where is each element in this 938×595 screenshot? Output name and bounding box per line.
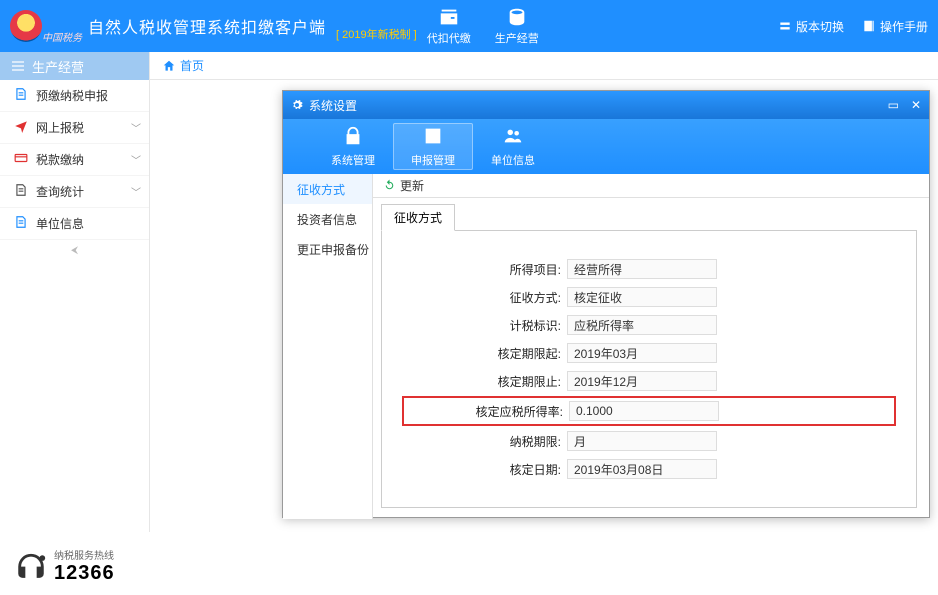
dialog-main: 更新 征收方式 所得项目:经营所得征收方式:核定征收计税标识:应税所得率核定期限… bbox=[373, 174, 929, 519]
plane-icon bbox=[14, 119, 36, 136]
sidebar-item-4[interactable]: 单位信息 bbox=[0, 208, 149, 240]
app-logo bbox=[10, 10, 42, 42]
dialog-titlebar[interactable]: 系统设置 ▭ ✕ bbox=[283, 91, 929, 119]
production-button[interactable]: 生产经营 bbox=[495, 6, 539, 46]
field-label: 征收方式: bbox=[402, 289, 567, 306]
sidebar-title: 生产经营 bbox=[0, 52, 149, 80]
edit-icon bbox=[422, 125, 444, 150]
field-label: 所得项目: bbox=[402, 261, 567, 278]
chevron-down-icon: ﹀ bbox=[131, 152, 141, 167]
field-value[interactable]: 经营所得 bbox=[567, 259, 717, 279]
gear-icon bbox=[291, 99, 303, 111]
field-label: 核定期限止: bbox=[402, 373, 567, 390]
gear-lines-icon bbox=[10, 58, 26, 74]
sidebar-item-3[interactable]: 查询统计﹀ bbox=[0, 176, 149, 208]
doc-icon bbox=[14, 215, 36, 232]
dialog-tab-2[interactable]: 单位信息 bbox=[473, 119, 553, 174]
field-value[interactable]: 2019年03月08日 bbox=[567, 459, 717, 479]
sidebar-item-2[interactable]: 税款缴纳﹀ bbox=[0, 144, 149, 176]
app-header: 中国税务 自然人税收管理系统扣缴客户端 [ 2019年新税制 ] 代扣代缴 生产… bbox=[0, 0, 938, 52]
form-row-5: 核定应税所得率:0.1000 bbox=[402, 396, 896, 426]
sidebar-item-1[interactable]: 网上报税﹀ bbox=[0, 112, 149, 144]
form-row-0: 所得项目:经营所得 bbox=[402, 255, 896, 283]
logo-script: 中国税务 bbox=[42, 29, 82, 44]
users-icon bbox=[502, 125, 524, 150]
dialog-side-nav: 征收方式投资者信息更正申报备份 bbox=[283, 174, 373, 519]
field-label: 核定应税所得率: bbox=[404, 403, 569, 420]
field-value[interactable]: 2019年12月 bbox=[567, 371, 717, 391]
sidebar: 生产经营 预缴纳税申报网上报税﹀税款缴纳﹀查询统计﹀单位信息 ⮜ bbox=[0, 52, 150, 532]
version-switch-link[interactable]: 版本切换 bbox=[778, 18, 844, 35]
field-value[interactable]: 核定征收 bbox=[567, 287, 717, 307]
chevron-down-icon: ﹀ bbox=[131, 184, 141, 199]
doc-icon bbox=[14, 183, 36, 200]
hotline-number: 12366 bbox=[54, 562, 115, 585]
manual-link[interactable]: 操作手册 bbox=[862, 18, 928, 35]
switch-icon bbox=[778, 19, 792, 33]
settings-dialog: 系统设置 ▭ ✕ 系统管理申报管理单位信息 征收方式投资者信息更正申报备份 更新… bbox=[282, 90, 930, 518]
field-value[interactable]: 2019年03月 bbox=[567, 343, 717, 363]
dialog-close[interactable]: ✕ bbox=[911, 98, 921, 112]
home-icon bbox=[162, 59, 176, 73]
dialog-side-item-2[interactable]: 更正申报备份 bbox=[283, 234, 372, 264]
new-tax-badge: [ 2019年新税制 ] bbox=[336, 26, 417, 42]
hotline: 纳税服务热线 12366 bbox=[14, 547, 115, 585]
form-row-3: 核定期限起:2019年03月 bbox=[402, 339, 896, 367]
hotline-label: 纳税服务热线 bbox=[54, 547, 115, 562]
form-row-7: 核定日期:2019年03月08日 bbox=[402, 455, 896, 483]
book-icon bbox=[862, 19, 876, 33]
app-title: 自然人税收管理系统扣缴客户端 bbox=[88, 14, 326, 38]
dialog-tabs: 系统管理申报管理单位信息 bbox=[283, 119, 929, 174]
refresh-icon bbox=[383, 179, 396, 192]
form-box: 所得项目:经营所得征收方式:核定征收计税标识:应税所得率核定期限起:2019年0… bbox=[381, 230, 917, 508]
form-row-2: 计税标识:应税所得率 bbox=[402, 311, 896, 339]
form-row-1: 征收方式:核定征收 bbox=[402, 283, 896, 311]
field-value[interactable]: 月 bbox=[567, 431, 717, 451]
headset-icon bbox=[14, 551, 48, 585]
lock-icon bbox=[342, 125, 364, 150]
wallet-icon bbox=[438, 6, 460, 28]
dialog-tab-0[interactable]: 系统管理 bbox=[313, 119, 393, 174]
dialog-maximize[interactable]: ▭ bbox=[888, 98, 899, 112]
sidebar-collapse[interactable]: ⮜ bbox=[0, 240, 149, 260]
doc-icon bbox=[14, 87, 36, 104]
card-icon bbox=[14, 151, 36, 168]
inner-tab[interactable]: 征收方式 bbox=[381, 204, 929, 231]
form-row-4: 核定期限止:2019年12月 bbox=[402, 367, 896, 395]
breadcrumb-home[interactable]: 首页 bbox=[180, 57, 204, 74]
dialog-tab-1[interactable]: 申报管理 bbox=[393, 123, 473, 170]
dialog-side-item-0[interactable]: 征收方式 bbox=[283, 174, 372, 204]
field-label: 核定期限起: bbox=[402, 345, 567, 362]
refresh-button[interactable]: 更新 bbox=[373, 174, 929, 198]
chevron-down-icon: ﹀ bbox=[131, 120, 141, 135]
field-label: 计税标识: bbox=[402, 317, 567, 334]
field-value[interactable]: 0.1000 bbox=[569, 401, 719, 421]
field-label: 纳税期限: bbox=[402, 433, 567, 450]
coins-icon bbox=[506, 6, 528, 28]
field-label: 核定日期: bbox=[402, 461, 567, 478]
form-row-6: 纳税期限:月 bbox=[402, 427, 896, 455]
field-value[interactable]: 应税所得率 bbox=[567, 315, 717, 335]
dialog-side-item-1[interactable]: 投资者信息 bbox=[283, 204, 372, 234]
withhold-button[interactable]: 代扣代缴 bbox=[427, 6, 471, 46]
sidebar-item-0[interactable]: 预缴纳税申报 bbox=[0, 80, 149, 112]
